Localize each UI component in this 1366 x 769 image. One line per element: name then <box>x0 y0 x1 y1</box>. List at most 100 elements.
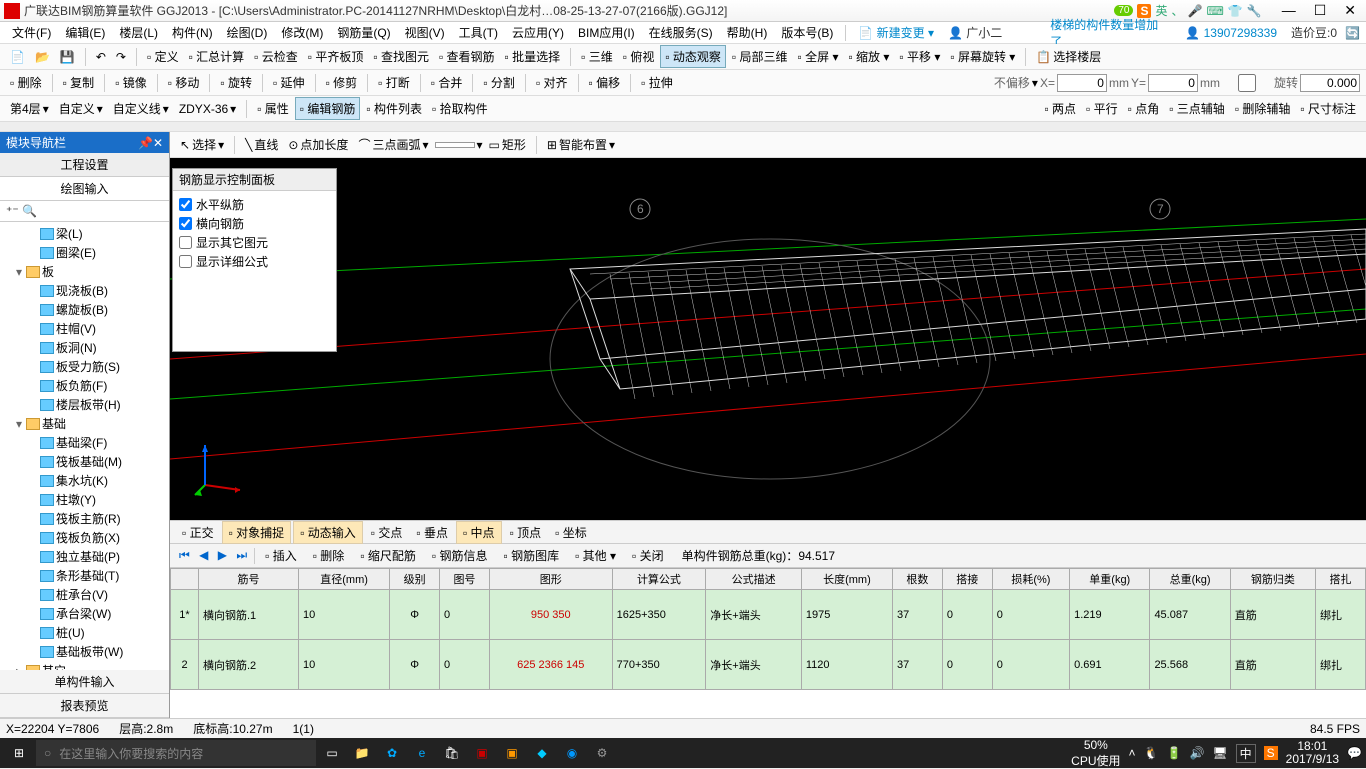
rebar-table[interactable]: 筋号直径(mm)级别图号图形计算公式公式描述长度(mm)根数搭接损耗(%)单重(… <box>170 568 1366 718</box>
view-button[interactable]: ▫ 缩放 ▾ <box>844 46 893 67</box>
sidebar-close-icon[interactable]: ✕ <box>153 136 163 150</box>
tray-volume-icon[interactable]: 🔊 <box>1189 746 1204 760</box>
edit-button[interactable]: ▫ 修剪 <box>322 72 362 93</box>
menu-item[interactable]: 帮助(H) <box>721 22 774 43</box>
edit-button[interactable]: ▫ 合并 <box>427 72 467 93</box>
account-id[interactable]: 👤 13907298339 <box>1179 24 1283 42</box>
color-picker[interactable] <box>435 142 475 148</box>
column-header[interactable]: 公式描述 <box>706 569 802 590</box>
table-row[interactable]: 1*横向钢筋.110Φ0950 3501625+350净长+端头19753700… <box>171 590 1366 640</box>
column-header[interactable]: 钢筋归类 <box>1230 569 1315 590</box>
tray-up-icon[interactable]: ˄ <box>1129 746 1136 760</box>
tree-node[interactable]: 螺旋板(B) <box>0 300 169 319</box>
floor-select[interactable]: 第4层 ▾ <box>6 98 53 119</box>
snap-button[interactable]: ▫ 坐标 <box>549 522 593 543</box>
redo-button[interactable]: ↷ <box>112 48 130 66</box>
tray-clock[interactable]: 18:012017/9/13 <box>1286 740 1339 766</box>
type-select[interactable]: 自定义线 ▾ <box>109 98 173 119</box>
tree-expand-icon[interactable]: ⁺⁻ <box>6 204 19 218</box>
aux-button[interactable]: ▫ 点角 <box>1124 98 1164 119</box>
tree-node[interactable]: 板负筋(F) <box>0 376 169 395</box>
panel-checkbox[interactable]: 横向钢筋 <box>179 214 330 233</box>
tree-node[interactable]: ▾板 <box>0 262 169 281</box>
aux-button[interactable]: ▫ 三点辅轴 <box>1165 98 1229 119</box>
menu-item[interactable]: 文件(F) <box>6 22 57 43</box>
snap-button[interactable]: ▫ 顶点 <box>504 522 548 543</box>
tray-battery-icon[interactable]: 🔋 <box>1166 746 1181 760</box>
task-view-icon[interactable]: ▭ <box>318 740 346 766</box>
tree-node[interactable]: 筏板基础(M) <box>0 452 169 471</box>
table-button[interactable]: ▫ 钢筋信息 <box>426 545 494 566</box>
save-file-button[interactable]: 💾 <box>56 48 79 66</box>
nav-prev[interactable]: ◀ <box>196 548 211 562</box>
open-file-button[interactable]: 📂 <box>31 48 54 66</box>
table-button[interactable]: ▫ 删除 <box>307 545 351 566</box>
snap-button[interactable]: ▫ 动态输入 <box>293 521 363 544</box>
app-icon-1[interactable]: 📁 <box>348 740 376 766</box>
app-icon-6[interactable]: ◉ <box>558 740 586 766</box>
nav-last[interactable]: ⏭ <box>233 548 250 562</box>
tab-single-input[interactable]: 单构件输入 <box>0 670 169 694</box>
app-icon-5[interactable]: ◆ <box>528 740 556 766</box>
toolbar-button[interactable]: ▫ 平齐板顶 <box>304 46 368 67</box>
taskbar-search[interactable]: ○ 在这里输入你要搜索的内容 <box>36 740 316 766</box>
tree-node[interactable]: 集水坑(K) <box>0 471 169 490</box>
view-button[interactable]: ▫ 屏幕旋转 ▾ <box>946 46 1019 67</box>
tree-search-icon[interactable]: 🔍 <box>22 204 37 218</box>
tree-node[interactable]: 筏板主筋(R) <box>0 509 169 528</box>
view-button[interactable]: ▫ 全屏 ▾ <box>794 46 843 67</box>
maximize-button[interactable]: ☐ <box>1314 2 1327 19</box>
tree-node[interactable]: 板洞(N) <box>0 338 169 357</box>
menu-item[interactable]: 视图(V) <box>399 22 451 43</box>
tree-node[interactable]: 筏板负筋(X) <box>0 528 169 547</box>
nav-next[interactable]: ▶ <box>215 548 230 562</box>
aux-button[interactable]: ▫ 两点 <box>1040 98 1080 119</box>
tray-notifications-icon[interactable]: 💬 <box>1347 746 1362 760</box>
view-button[interactable]: ▫ 平移 ▾ <box>895 46 944 67</box>
table-button[interactable]: ▫ 插入 <box>259 545 303 566</box>
edit-button[interactable]: ▫ 延伸 <box>269 72 309 93</box>
menu-item[interactable]: 编辑(E) <box>59 22 111 43</box>
viewport-3d[interactable]: 6 7 钢筋显示控制面板 水平纵筋横向钢筋显示其它图元显示详细公式 <box>170 158 1366 520</box>
tray-ime-s[interactable]: S <box>1264 746 1278 760</box>
tree-node[interactable]: 柱墩(Y) <box>0 490 169 509</box>
view-button[interactable]: ▫ 局部三维 <box>728 46 792 67</box>
tree-node[interactable]: 独立基础(P) <box>0 547 169 566</box>
tree-node[interactable]: 圈梁(E) <box>0 243 169 262</box>
aux-button[interactable]: ▫ 平行 <box>1082 98 1122 119</box>
column-header[interactable]: 损耗(%) <box>992 569 1069 590</box>
component-button[interactable]: ▫ 编辑钢筋 <box>295 97 361 120</box>
view-button[interactable]: ▫ 俯视 <box>619 46 659 67</box>
tree-node[interactable]: 条形基础(T) <box>0 566 169 585</box>
snap-button[interactable]: ▫ 正交 <box>176 522 220 543</box>
app-icon-4[interactable]: ▣ <box>498 740 526 766</box>
refresh-icon[interactable]: 🔄 <box>1345 26 1360 40</box>
menu-item[interactable]: BIM应用(I) <box>572 22 641 43</box>
smart-layout-tool[interactable]: ⊞ 智能布置 ▾ <box>543 134 619 155</box>
code-select[interactable]: ZDYX-36 ▾ <box>175 100 240 118</box>
snap-button[interactable]: ▫ 交点 <box>365 522 409 543</box>
cpu-meter[interactable]: 50% CPU使用 <box>1071 738 1120 769</box>
tree-node[interactable]: 桩承台(V) <box>0 585 169 604</box>
point-length-tool[interactable]: ⊙ 点加长度 <box>284 134 352 155</box>
column-header[interactable]: 搭接 <box>942 569 992 590</box>
menu-item[interactable]: 工具(T) <box>453 22 504 43</box>
toolbar-button[interactable]: ▫ 查看钢筋 <box>435 46 499 67</box>
tree-node[interactable]: ▸其它 <box>0 661 169 670</box>
table-button[interactable]: ▫ 其他 ▾ <box>569 545 622 566</box>
column-header[interactable]: 长度(mm) <box>801 569 892 590</box>
select-floor-button[interactable]: 📋 选择楼层 <box>1032 46 1105 67</box>
menu-item[interactable]: 构件(N) <box>166 22 219 43</box>
view-button[interactable]: ▫ 三维 <box>577 46 617 67</box>
component-button[interactable]: ▫ 构件列表 <box>362 98 426 119</box>
edit-button[interactable]: ▫ 复制 <box>59 72 99 93</box>
arc-tool[interactable]: ⌒ 三点画弧 ▾ <box>354 134 432 155</box>
toolbar-button[interactable]: ▫ 云检查 <box>250 46 302 67</box>
menu-item[interactable]: 绘图(D) <box>221 22 274 43</box>
toolbar-button[interactable]: ▫ 查找图元 <box>369 46 433 67</box>
offset-y-input[interactable] <box>1148 74 1198 92</box>
table-button[interactable]: ▫ 关闭 <box>626 545 670 566</box>
select-tool[interactable]: ↖ 选择 ▾ <box>176 134 228 155</box>
new-change-button[interactable]: 📄 新建变更 ▾ <box>852 22 940 43</box>
table-button[interactable]: ▫ 缩尺配筋 <box>354 545 422 566</box>
